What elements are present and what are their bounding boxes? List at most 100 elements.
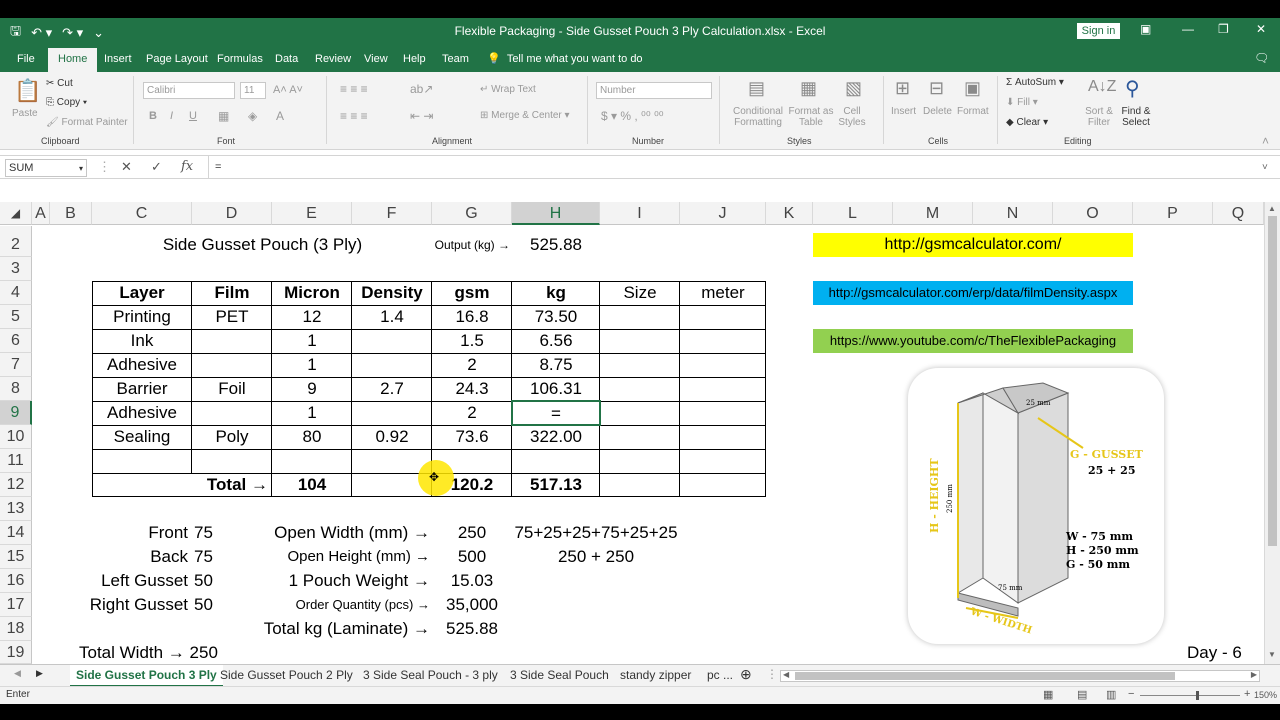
link-youtube[interactable]: https://www.youtube.com/c/TheFlexiblePac… [813,329,1133,353]
row-header[interactable]: 15 [0,545,32,569]
header-kg[interactable]: kg [512,281,600,305]
header-layer[interactable]: Layer [92,281,192,305]
row-header[interactable]: 6 [0,329,32,353]
col-header-e[interactable]: E [272,202,352,225]
table-cell[interactable]: 0.92 [352,425,432,449]
insert-cells-button[interactable]: Insert [891,106,916,117]
dim-label[interactable]: Right Gusset [60,593,188,617]
table-cell[interactable]: 1 [272,401,352,425]
sheet-tab[interactable]: pc ... [707,668,733,682]
table-cell[interactable] [352,401,432,425]
conditional-formatting-button[interactable]: Conditional Formatting [728,106,788,128]
delete-cells-button[interactable]: Delete [923,106,952,117]
name-box[interactable]: SUM ▾ [5,159,87,177]
dim-label[interactable]: Front [60,521,188,545]
font-size-buttons[interactable]: A˄ A˅ [273,84,303,96]
scroll-up-icon[interactable]: ▲ [1268,204,1276,213]
restore-icon[interactable]: ❐ [1218,22,1229,36]
table-cell[interactable]: 1 [272,329,352,353]
total-micron[interactable]: 104 [272,473,352,497]
col-header-g[interactable]: G [432,202,512,225]
fill-button[interactable]: ⬇ Fill ▾ [1006,97,1038,108]
dim-value[interactable]: 75 [194,521,234,545]
cell-styles-icon[interactable]: ▧ [845,78,862,99]
row-header[interactable]: 8 [0,377,32,401]
collapse-ribbon-icon[interactable]: ˄ [1262,134,1269,148]
close-icon[interactable]: ✕ [1256,22,1266,36]
scroll-left-icon[interactable]: ◀ [783,670,789,679]
dim-value[interactable]: 50 [194,569,234,593]
format-cells-button[interactable]: Format [957,106,989,117]
col-header-i[interactable]: I [600,202,680,225]
header-size[interactable]: Size [600,281,680,305]
minimize-icon[interactable]: — [1182,22,1194,36]
table-cell[interactable] [192,401,272,425]
table-cell[interactable] [352,353,432,377]
format-as-table-button[interactable]: Format as Table [788,106,834,128]
output-label[interactable]: Output (kg) → [400,233,510,257]
ribbon-display-icon[interactable]: ▣ [1140,22,1151,36]
find-select-icon[interactable]: ⚲ [1125,76,1140,101]
scroll-down-icon[interactable]: ▼ [1268,650,1276,659]
sheet-tab[interactable]: 3 Side Seal Pouch [510,668,609,682]
number-format-icons[interactable]: $ ▾ % , ⁰⁰ ⁰⁰ [601,109,664,123]
sheet-tab[interactable]: Side Gusset Pouch 2 Ply [220,668,353,682]
col-header-m[interactable]: M [893,202,973,225]
table-cell[interactable]: Sealing [92,425,192,449]
tab-view[interactable]: View [364,53,388,65]
table-cell[interactable]: Poly [192,425,272,449]
sheet-title[interactable]: Side Gusset Pouch (3 Ply) [150,233,375,257]
delete-cells-icon[interactable]: ⊟ [929,78,944,99]
sheet-tab[interactable]: standy zipper [620,668,691,682]
orientation-icon[interactable]: ab↗ [410,82,433,96]
link-film-density[interactable]: http://gsmcalculator.com/erp/data/filmDe… [813,281,1133,305]
table-cell[interactable] [192,353,272,377]
table-cell[interactable]: 24.3 [432,377,512,401]
calc-label[interactable]: 1 Pouch Weight → [230,569,430,593]
align-top-icons[interactable]: ≡ ≡ ≡ [340,82,368,96]
tab-help[interactable]: Help [403,53,426,65]
font-color-icon[interactable]: A [276,109,284,123]
table-cell[interactable]: 2 [432,353,512,377]
font-name-select[interactable]: Calibri [143,82,235,99]
format-cells-icon[interactable]: ▣ [964,78,981,99]
scroll-right-icon[interactable]: ▶ [1251,670,1257,679]
calc-label[interactable]: Open Height (mm) → [230,545,430,569]
sort-filter-button[interactable]: Sort & Filter [1082,106,1116,128]
zoom-slider[interactable] [1140,695,1240,696]
expand-formula-icon[interactable]: ˅ [1262,162,1268,173]
table-cell[interactable]: 12 [272,305,352,329]
row-header[interactable]: 12 [0,473,32,497]
table-cell[interactable]: Foil [192,377,272,401]
vertical-scrollbar[interactable]: ▲ ▼ [1264,202,1280,664]
calc-label[interactable]: Open Width (mm) → [230,521,430,545]
format-painter-button[interactable]: 🖌 Format Painter [46,117,128,128]
col-header-l[interactable]: L [813,202,893,225]
scrollbar-thumb[interactable] [1268,216,1277,546]
table-cell[interactable]: 73.6 [432,425,512,449]
find-select-button[interactable]: Find & Select [1116,106,1156,128]
calc-note[interactable]: 250 + 250 [512,545,680,569]
select-all-corner[interactable]: ◢ [0,202,32,225]
table-cell[interactable]: Printing [92,305,192,329]
col-header-h[interactable]: H [512,202,600,225]
autosum-button[interactable]: Σ AutoSum ▾ [1006,77,1064,88]
zoom-out-icon[interactable]: − [1128,688,1134,700]
sheet-options-icon[interactable]: ⋮ [766,667,778,681]
tab-file[interactable]: File [17,53,35,65]
sort-filter-icon[interactable]: A↓Z [1088,78,1116,96]
calc-value[interactable]: 35,000 [432,593,512,617]
insert-function-icon[interactable]: fx [181,159,193,174]
header-micron[interactable]: Micron [272,281,352,305]
table-cell[interactable]: 73.50 [512,305,600,329]
dim-value[interactable]: 50 [194,593,234,617]
wrap-text-button[interactable]: ↵ Wrap Text [480,84,536,95]
link-gsmcalculator[interactable]: http://gsmcalculator.com/ [813,233,1133,257]
row-header[interactable]: 19 [0,641,32,664]
row-header[interactable]: 13 [0,497,32,521]
row-header[interactable]: 7 [0,353,32,377]
col-header-o[interactable]: O [1053,202,1133,225]
total-width[interactable]: Total Width → 250 [79,641,279,665]
row-header[interactable]: 5 [0,305,32,329]
merge-center-button[interactable]: ⊞ Merge & Center ▾ [480,110,570,121]
